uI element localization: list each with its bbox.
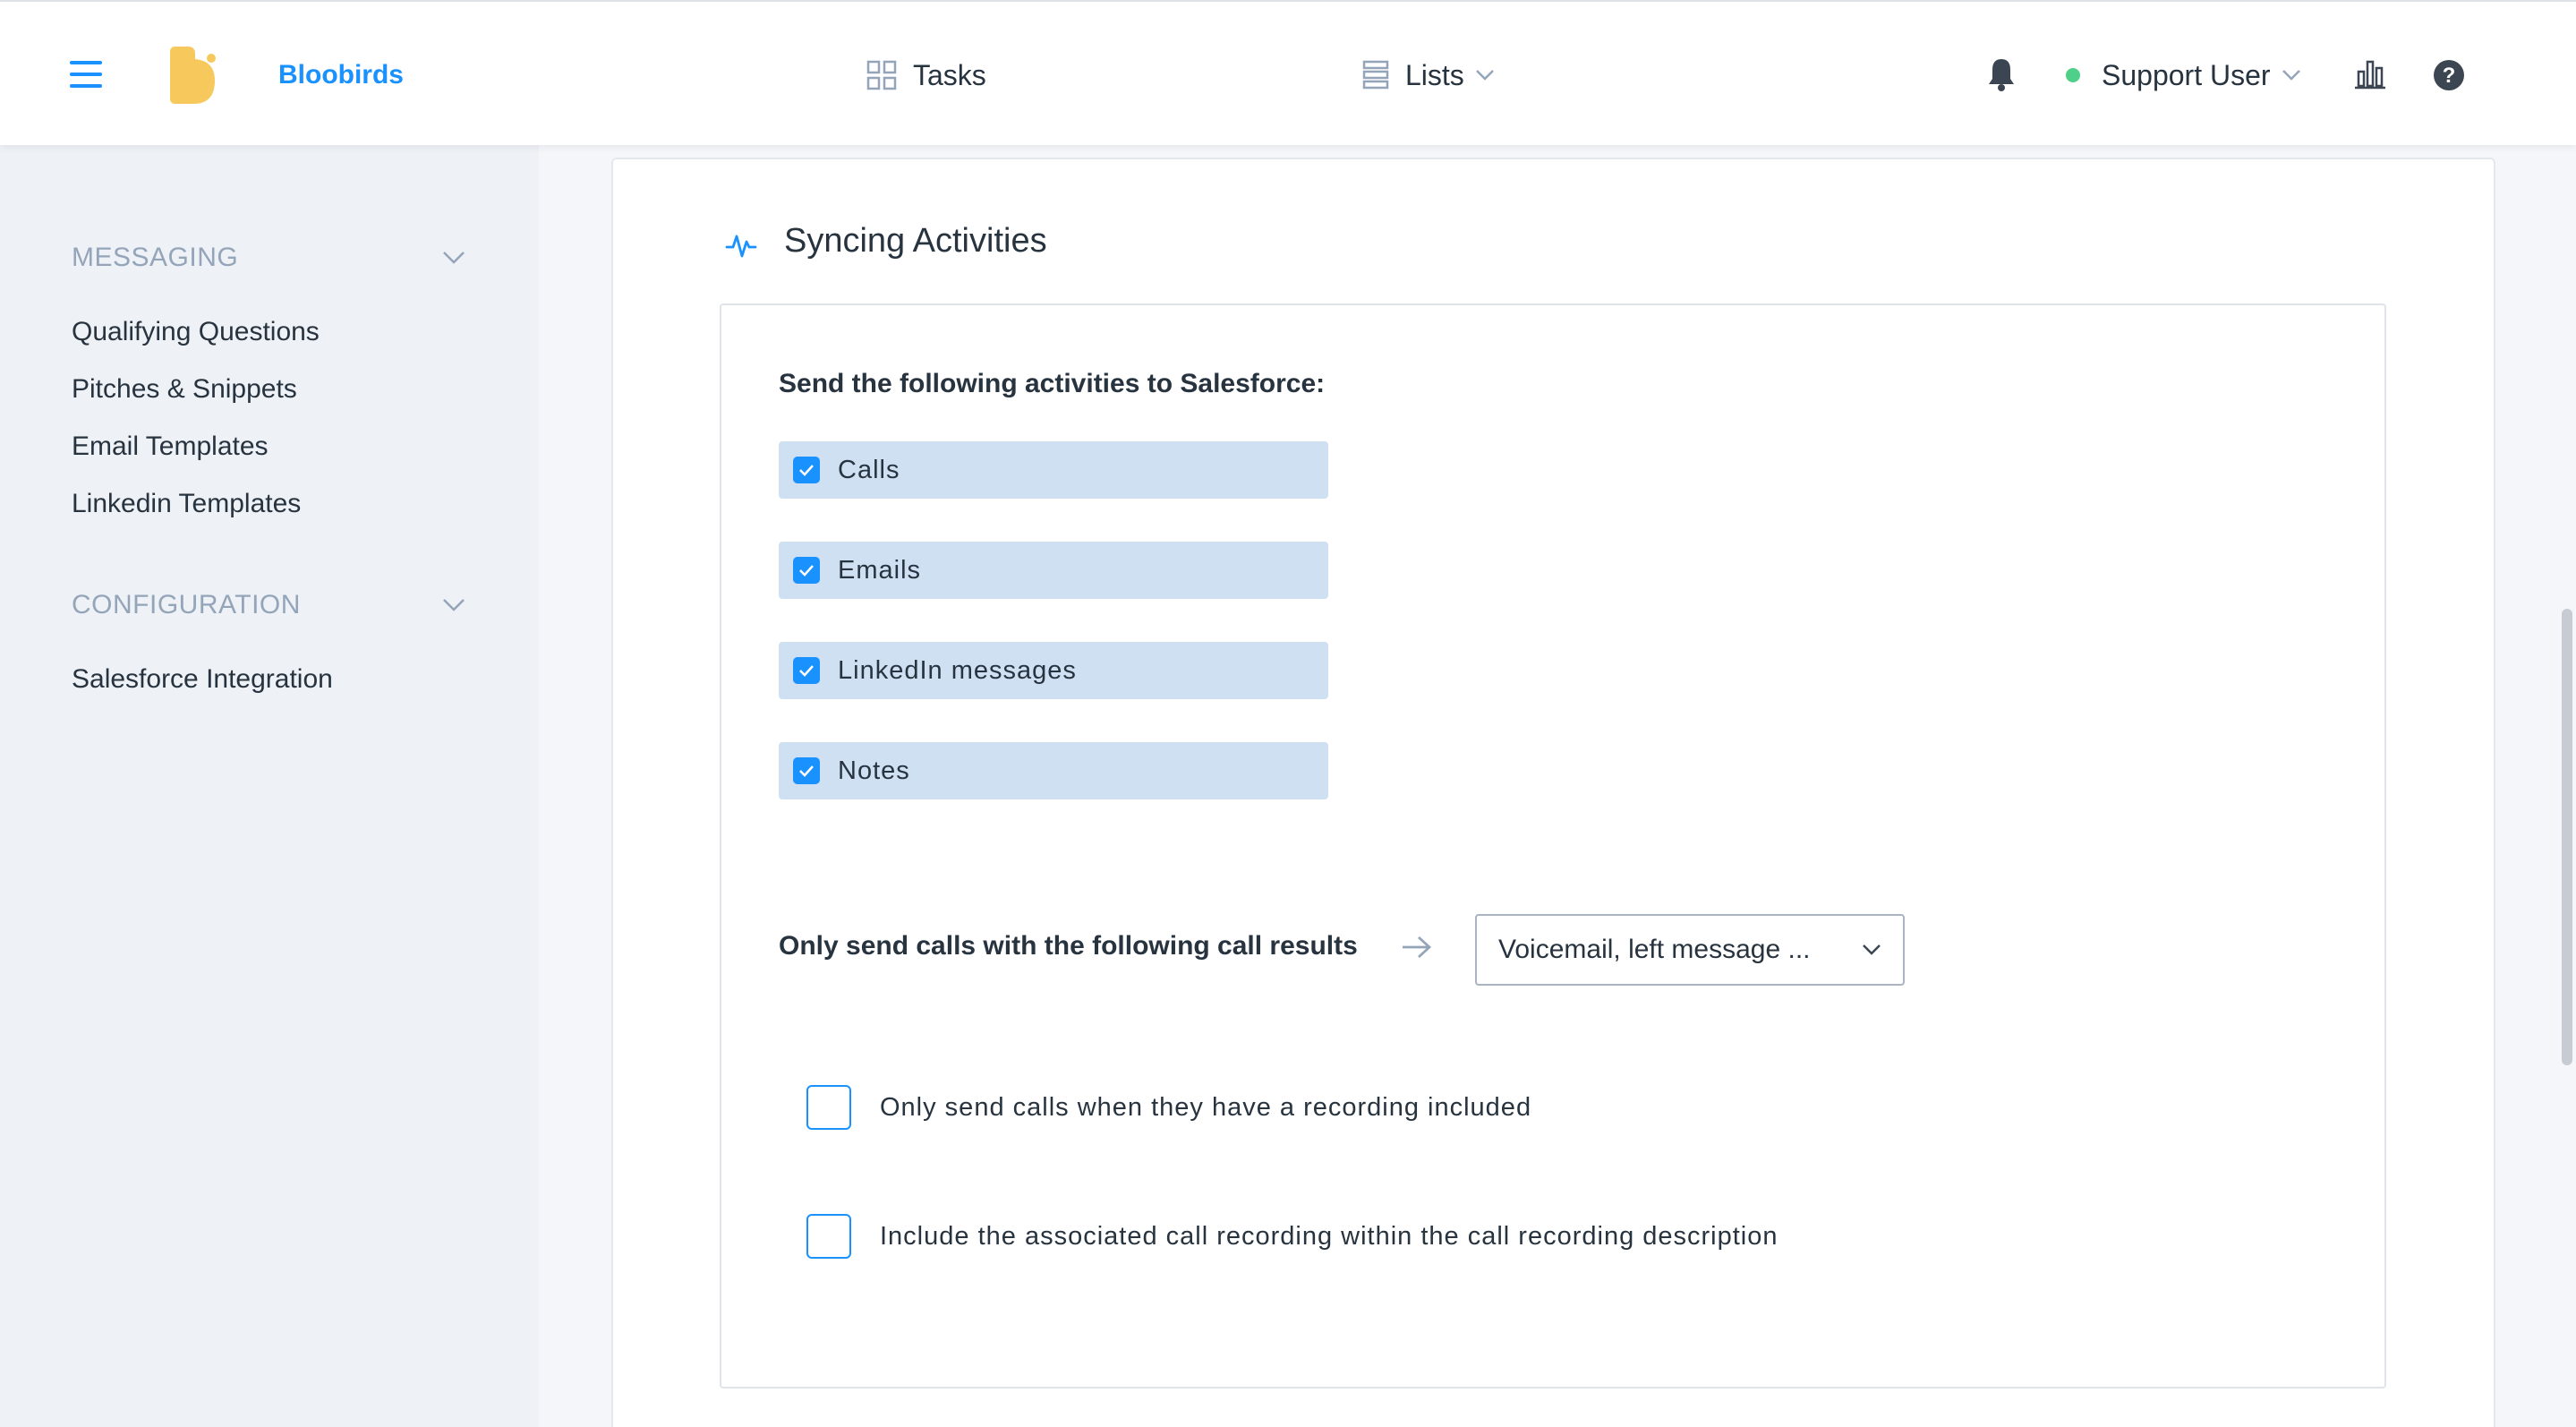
chevron-down-icon (443, 599, 465, 611)
chevron-down-icon (1475, 70, 1494, 81)
help-icon[interactable]: ? (2433, 59, 2465, 91)
checkmark-icon (799, 765, 814, 777)
brand-name[interactable]: Bloobirds (278, 60, 404, 90)
checkbox-unchecked[interactable] (806, 1214, 851, 1259)
activity-checkbox-notes[interactable]: Notes (779, 742, 1328, 799)
menu-icon[interactable] (70, 61, 102, 88)
sidebar: MESSAGING Qualifying Questions Pitches &… (0, 145, 539, 1427)
chevron-down-icon (1863, 944, 1881, 955)
online-status-dot (2066, 68, 2080, 82)
section-heading: Syncing Activities (784, 222, 1047, 260)
checkbox-label: LinkedIn messages (838, 655, 1077, 685)
nav-lists-label: Lists (1405, 58, 1464, 91)
sidebar-section-configuration[interactable]: CONFIGURATION (72, 587, 465, 623)
user-name: Support User (2102, 58, 2271, 91)
sidebar-section-messaging[interactable]: MESSAGING (72, 240, 465, 276)
checkmark-icon (799, 465, 814, 476)
arrow-right-icon (1403, 936, 1432, 959)
nav-tasks[interactable]: Tasks (866, 56, 986, 95)
svg-text:?: ? (2443, 64, 2456, 88)
sidebar-item-salesforce-integration[interactable]: Salesforce Integration (72, 664, 333, 695)
checkbox-label: Calls (838, 455, 900, 484)
checkbox-label: Notes (838, 756, 910, 785)
call-results-label: Only send calls with the following call … (779, 931, 1358, 961)
call-results-value: Voicemail, left message ... (1498, 935, 1811, 964)
checkbox-unchecked[interactable] (806, 1085, 851, 1130)
option-label: Include the associated call recording wi… (880, 1221, 1778, 1251)
sidebar-item-pitches-snippets[interactable]: Pitches & Snippets (72, 374, 297, 405)
section-title: MESSAGING (72, 243, 239, 272)
checkbox-checked[interactable] (793, 757, 820, 784)
sidebar-item-qualifying-questions[interactable]: Qualifying Questions (72, 317, 320, 347)
option-label: Only send calls when they have a recordi… (880, 1092, 1532, 1122)
option-recording-only[interactable]: Only send calls when they have a recordi… (806, 1085, 1531, 1130)
option-include-recording[interactable]: Include the associated call recording wi… (806, 1214, 1778, 1259)
section-title: CONFIGURATION (72, 590, 301, 620)
bar-chart-icon[interactable] (2354, 59, 2386, 90)
top-navigation-bar: Bloobirds Tasks Lists Support User ? (0, 0, 2576, 145)
sidebar-item-linkedin-templates[interactable]: Linkedin Templates (72, 489, 301, 519)
grid-icon (866, 60, 897, 90)
chevron-down-icon (443, 252, 465, 264)
checkbox-checked[interactable] (793, 557, 820, 584)
activity-checkbox-calls[interactable]: Calls (779, 441, 1328, 499)
nav-tasks-label: Tasks (913, 58, 986, 91)
logo-icon[interactable] (168, 47, 218, 104)
send-activities-label: Send the following activities to Salesfo… (779, 369, 1326, 398)
checkbox-checked[interactable] (793, 657, 820, 684)
activity-checkbox-emails[interactable]: Emails (779, 542, 1328, 599)
call-results-select[interactable]: Voicemail, left message ... (1475, 914, 1905, 986)
activity-checkbox-linkedin[interactable]: LinkedIn messages (779, 642, 1328, 699)
checkbox-checked[interactable] (793, 457, 820, 483)
chevron-down-icon (2282, 70, 2300, 81)
list-icon (1362, 60, 1389, 90)
bell-icon[interactable] (1987, 57, 2016, 91)
nav-lists[interactable]: Lists (1362, 56, 1495, 95)
sidebar-item-email-templates[interactable]: Email Templates (72, 432, 269, 462)
scrollbar-thumb[interactable] (2562, 609, 2572, 1065)
checkmark-icon (799, 665, 814, 677)
checkbox-label: Emails (838, 555, 922, 585)
user-menu[interactable]: Support User (2066, 56, 2301, 95)
checkmark-icon (799, 565, 814, 577)
activity-icon (725, 235, 757, 258)
